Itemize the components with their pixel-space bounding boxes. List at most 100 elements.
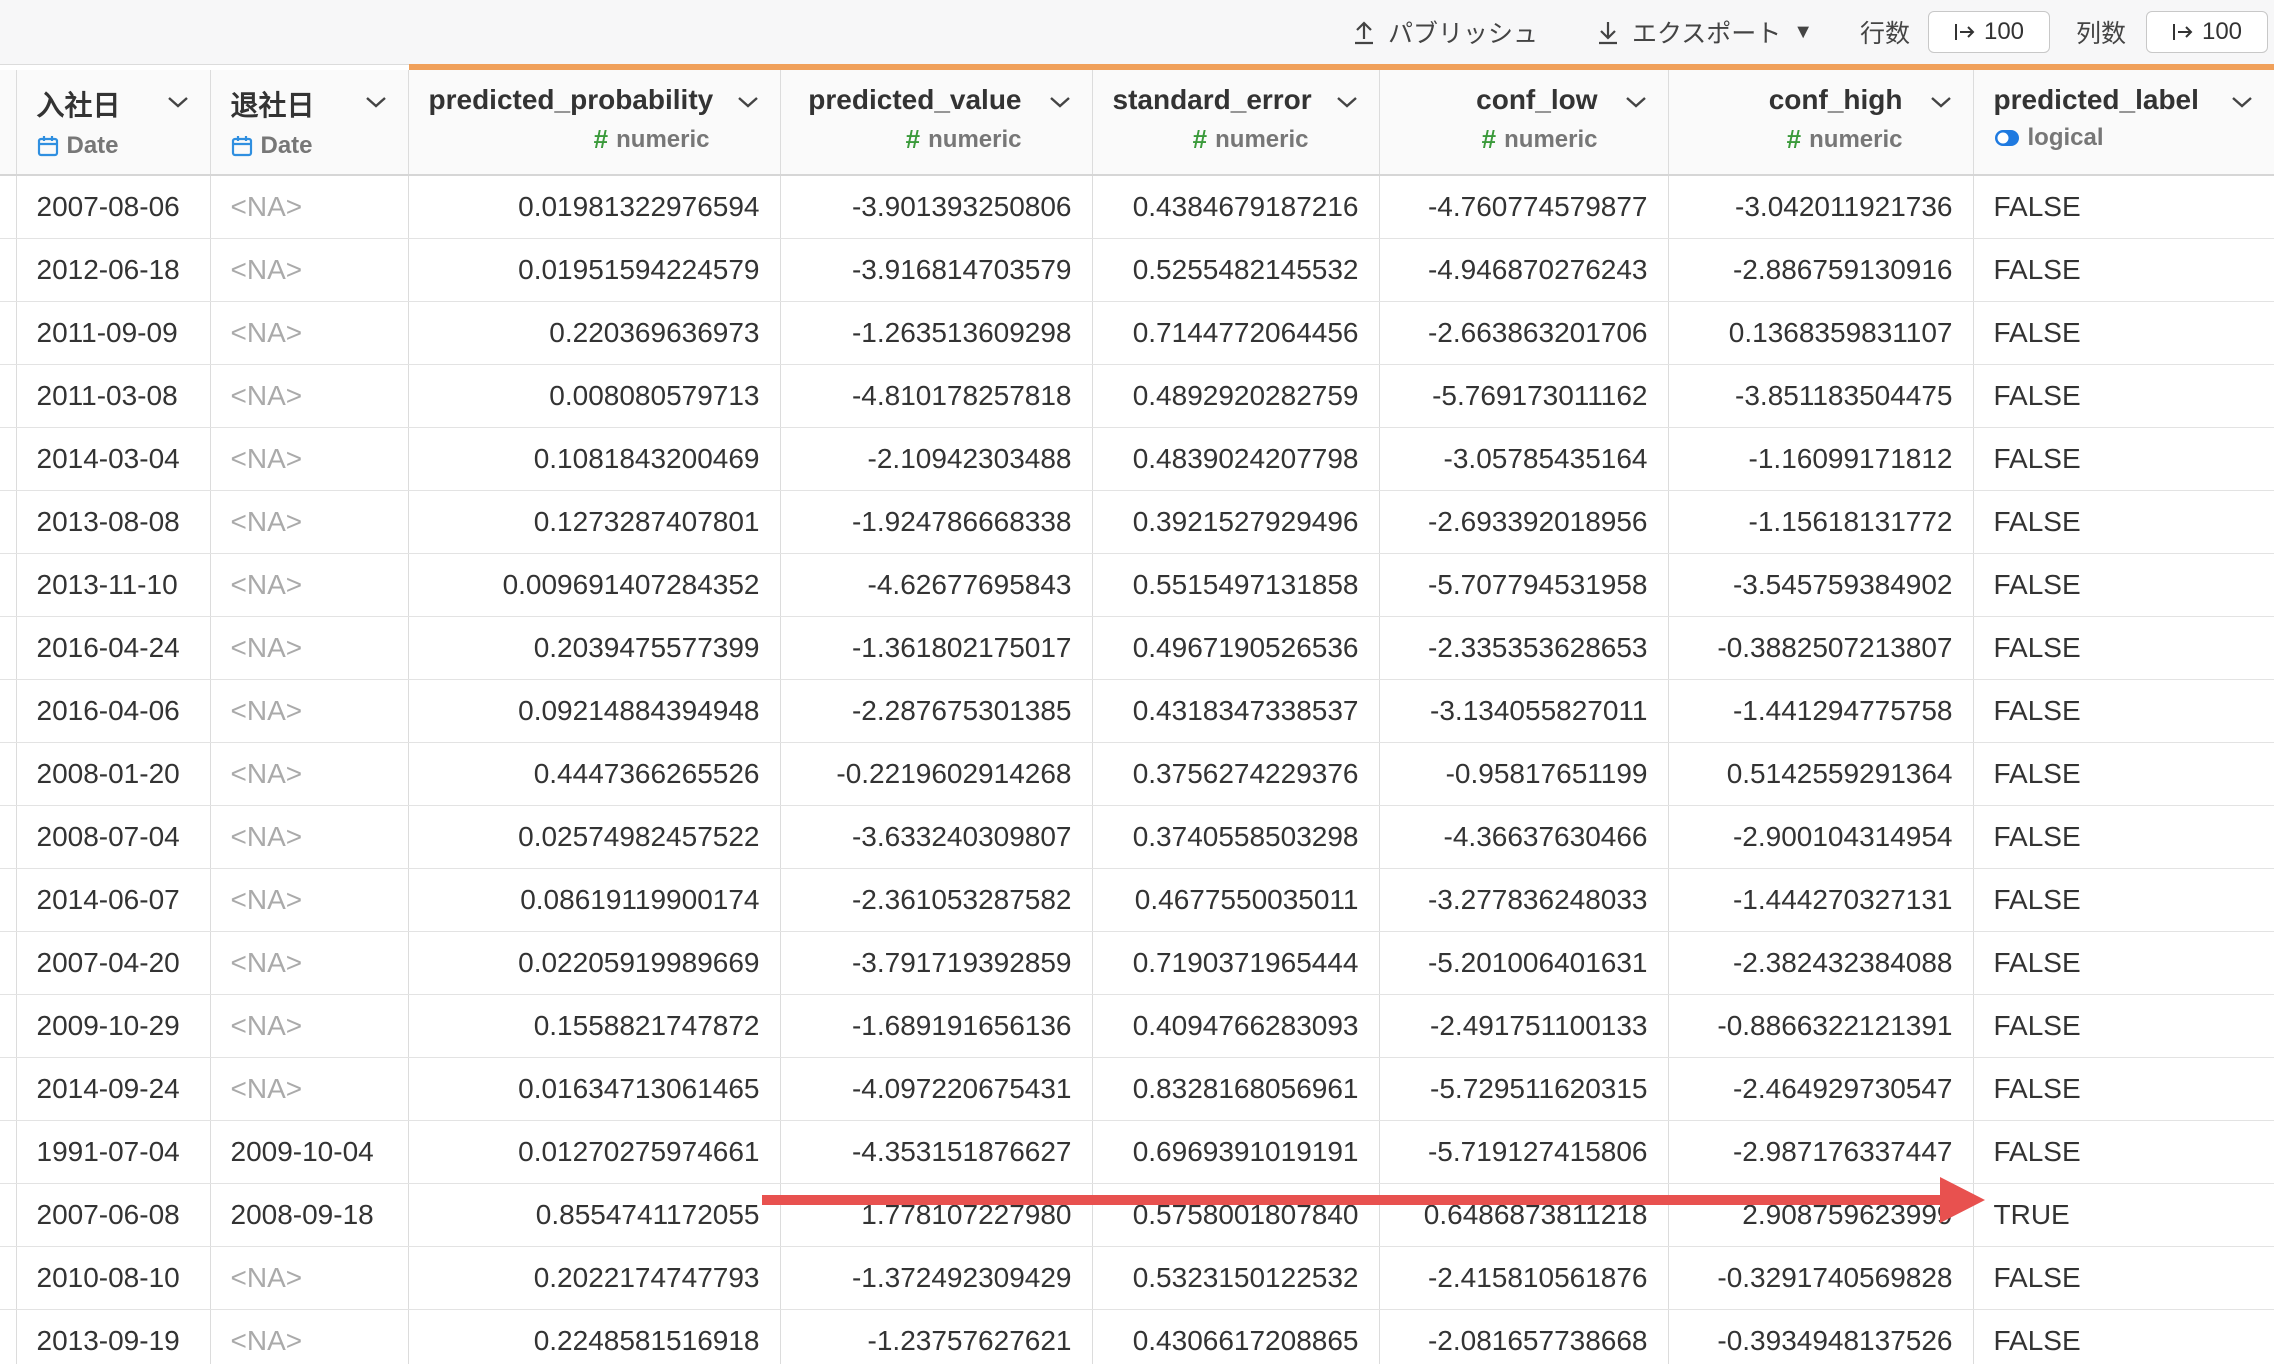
table-cell[interactable]: <NA> [210,490,409,554]
export-button[interactable]: エクスポート ▼ [1596,0,1813,64]
table-cell[interactable]: -3.042011921736 [1668,175,1974,239]
table-cell[interactable]: 2016-04-06 [16,679,211,743]
table-cell[interactable]: -1.15618131772 [1668,490,1974,554]
table-cell[interactable]: 0.2039475577399 [408,616,781,680]
table-cell[interactable]: 2007-08-06 [16,175,211,239]
chevron-down-icon[interactable] [1929,94,1953,110]
table-cell[interactable]: 0.4967190526536 [1092,616,1380,680]
table-cell[interactable]: 0.4384679187216 [1092,175,1380,239]
table-cell[interactable]: 0.6486873811218 [1379,1183,1669,1247]
table-cell[interactable]: <NA> [210,553,409,617]
table-cell[interactable]: 0.5323150122532 [1092,1246,1380,1310]
table-cell[interactable]: 0.02574982457522 [408,805,781,869]
table-cell[interactable]: -2.491751100133 [1379,994,1669,1058]
table-cell[interactable]: -2.415810561876 [1379,1246,1669,1310]
chevron-down-icon[interactable] [364,94,388,110]
table-cell[interactable]: FALSE [1973,490,2274,554]
table-cell[interactable]: -2.10942303488 [780,427,1093,491]
table-cell[interactable]: -3.851183504475 [1668,364,1974,428]
table-cell[interactable]: 2016-04-24 [16,616,211,680]
table-cell[interactable]: 2008-07-04 [16,805,211,869]
column-header-predicted-label[interactable]: predicted_label logical [1973,64,2274,176]
table-cell[interactable]: 0.09214884394948 [408,679,781,743]
table-cell[interactable]: -5.707794531958 [1379,553,1669,617]
chevron-down-icon[interactable] [736,94,760,110]
table-cell[interactable]: -2.081657738668 [1379,1309,1669,1364]
table-cell[interactable]: 0.4839024207798 [1092,427,1380,491]
table-cell[interactable]: -3.277836248033 [1379,868,1669,932]
table-cell[interactable]: <NA> [210,1309,409,1364]
table-cell[interactable]: FALSE [1973,616,2274,680]
table-cell[interactable]: <NA> [210,868,409,932]
table-cell[interactable]: -2.900104314954 [1668,805,1974,869]
table-cell[interactable]: -1.444270327131 [1668,868,1974,932]
table-cell[interactable]: -5.769173011162 [1379,364,1669,428]
table-cell[interactable]: -1.372492309429 [780,1246,1093,1310]
table-cell[interactable]: 0.5142559291364 [1668,742,1974,806]
table-cell[interactable]: -0.3934948137526 [1668,1309,1974,1364]
table-cell[interactable]: -1.924786668338 [780,490,1093,554]
table-cell[interactable]: -4.097220675431 [780,1057,1093,1121]
column-header-join-date[interactable]: 入社日 Date [16,67,211,176]
table-cell[interactable]: -2.663863201706 [1379,301,1669,365]
column-header-predicted-probability[interactable]: predicted_probability # numeric [408,64,781,176]
table-cell[interactable]: 0.1368359831107 [1668,301,1974,365]
table-cell[interactable]: 2013-11-10 [16,553,211,617]
table-cell[interactable]: 0.01981322976594 [408,175,781,239]
table-cell[interactable]: 2009-10-04 [210,1120,409,1184]
table-cell[interactable]: -2.886759130916 [1668,238,1974,302]
table-cell[interactable]: <NA> [210,364,409,428]
table-cell[interactable]: FALSE [1973,1057,2274,1121]
table-cell[interactable]: -2.361053287582 [780,868,1093,932]
table-cell[interactable]: 2011-09-09 [16,301,211,365]
table-cell[interactable]: FALSE [1973,301,2274,365]
table-cell[interactable]: 0.6969391019191 [1092,1120,1380,1184]
table-cell[interactable]: -3.134055827011 [1379,679,1669,743]
table-cell[interactable]: -3.791719392859 [780,931,1093,995]
table-cell[interactable]: 2.908759623999 [1668,1183,1974,1247]
table-cell[interactable]: <NA> [210,301,409,365]
table-cell[interactable]: 0.7190371965444 [1092,931,1380,995]
table-cell[interactable]: -0.3291740569828 [1668,1246,1974,1310]
table-cell[interactable]: 2014-03-04 [16,427,211,491]
table-cell[interactable]: 0.4306617208865 [1092,1309,1380,1364]
table-cell[interactable]: -0.95817651199 [1379,742,1669,806]
table-cell[interactable]: -4.62677695843 [780,553,1093,617]
table-cell[interactable]: -5.719127415806 [1379,1120,1669,1184]
table-cell[interactable]: FALSE [1973,931,2274,995]
chevron-down-icon[interactable] [166,94,190,110]
table-cell[interactable]: 1.778107227980 [780,1183,1093,1247]
table-cell[interactable]: FALSE [1973,427,2274,491]
table-cell[interactable]: 2014-06-07 [16,868,211,932]
table-cell[interactable]: -4.810178257818 [780,364,1093,428]
table-cell[interactable]: 0.01951594224579 [408,238,781,302]
table-cell[interactable]: 0.4094766283093 [1092,994,1380,1058]
table-cell[interactable]: -4.36637630466 [1379,805,1669,869]
table-cell[interactable]: -2.464929730547 [1668,1057,1974,1121]
table-cell[interactable]: 0.2022174747793 [408,1246,781,1310]
table-cell[interactable]: 2008-01-20 [16,742,211,806]
table-cell[interactable]: <NA> [210,994,409,1058]
table-cell[interactable]: -4.760774579877 [1379,175,1669,239]
table-cell[interactable]: 0.08619119900174 [408,868,781,932]
table-cell[interactable]: FALSE [1973,175,2274,239]
table-cell[interactable]: <NA> [210,238,409,302]
table-cell[interactable]: 0.01270275974661 [408,1120,781,1184]
table-cell[interactable]: -1.441294775758 [1668,679,1974,743]
chevron-down-icon[interactable] [1048,94,1072,110]
table-cell[interactable]: 0.5758001807840 [1092,1183,1380,1247]
table-cell[interactable]: 0.01634713061465 [408,1057,781,1121]
table-cell[interactable]: 0.3921527929496 [1092,490,1380,554]
table-cell[interactable]: -1.23757627621 [780,1309,1093,1364]
chevron-down-icon[interactable] [2230,94,2254,110]
table-cell[interactable]: 0.008080579713 [408,364,781,428]
column-header-conf-low[interactable]: conf_low # numeric [1379,64,1669,176]
table-cell[interactable]: TRUE [1973,1183,2274,1247]
table-cell[interactable]: -5.201006401631 [1379,931,1669,995]
table-cell[interactable]: 2008-09-18 [210,1183,409,1247]
table-cell[interactable]: FALSE [1973,364,2274,428]
table-cell[interactable]: -1.361802175017 [780,616,1093,680]
table-cell[interactable]: 0.7144772064456 [1092,301,1380,365]
rows-limit-input[interactable]: 100 [1928,11,2050,53]
table-cell[interactable]: 0.009691407284352 [408,553,781,617]
